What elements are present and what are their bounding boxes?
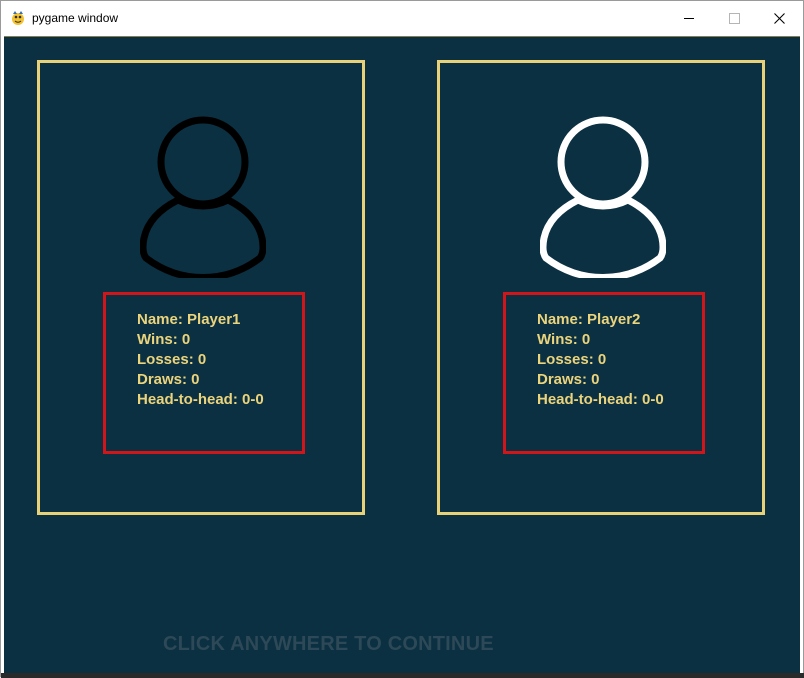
player-draws: Draws: 0 bbox=[537, 371, 600, 388]
maximize-icon bbox=[729, 13, 740, 24]
player-wins: Wins: 0 bbox=[537, 331, 591, 348]
game-canvas[interactable]: Name: Player1 Wins: 0 Losses: 0 Draws: 0… bbox=[4, 36, 800, 674]
window-title: pygame window bbox=[32, 11, 119, 25]
player2-panel: Name: Player2 Wins: 0 Losses: 0 Draws: 0… bbox=[437, 60, 765, 515]
player-losses: Losses: 0 bbox=[137, 351, 207, 368]
close-button[interactable] bbox=[757, 1, 802, 35]
player2-stats-box: Name: Player2 Wins: 0 Losses: 0 Draws: 0… bbox=[503, 292, 705, 454]
minimize-icon bbox=[684, 18, 694, 19]
taskbar-strip bbox=[1, 673, 804, 678]
player-wins: Wins: 0 bbox=[137, 331, 191, 348]
pygame-snake-icon bbox=[12, 11, 24, 25]
player-name: Name: Player2 bbox=[537, 311, 641, 328]
pygame-window: pygame window Name: Player1 Wins: 0 Loss… bbox=[0, 0, 804, 678]
player-draws: Draws: 0 bbox=[137, 371, 200, 388]
player1-stats-box: Name: Player1 Wins: 0 Losses: 0 Draws: 0… bbox=[103, 292, 305, 454]
player-head-to-head: Head-to-head: 0-0 bbox=[537, 391, 664, 408]
player1-panel: Name: Player1 Wins: 0 Losses: 0 Draws: 0… bbox=[37, 60, 365, 515]
maximize-button[interactable] bbox=[712, 1, 757, 35]
close-icon bbox=[774, 13, 785, 24]
player-head-to-head: Head-to-head: 0-0 bbox=[137, 391, 264, 408]
minimize-button[interactable] bbox=[667, 1, 712, 35]
title-bar[interactable]: pygame window bbox=[1, 1, 803, 35]
continue-prompt[interactable]: CLICK ANYWHERE TO CONTINUE bbox=[163, 633, 494, 656]
player1-stats: Name: Player1 Wins: 0 Losses: 0 Draws: 0… bbox=[137, 310, 264, 410]
player-name: Name: Player1 bbox=[137, 311, 241, 328]
user-silhouette-icon bbox=[140, 116, 266, 278]
player-losses: Losses: 0 bbox=[537, 351, 607, 368]
user-silhouette-icon bbox=[540, 116, 666, 278]
player2-stats: Name: Player2 Wins: 0 Losses: 0 Draws: 0… bbox=[537, 310, 664, 410]
